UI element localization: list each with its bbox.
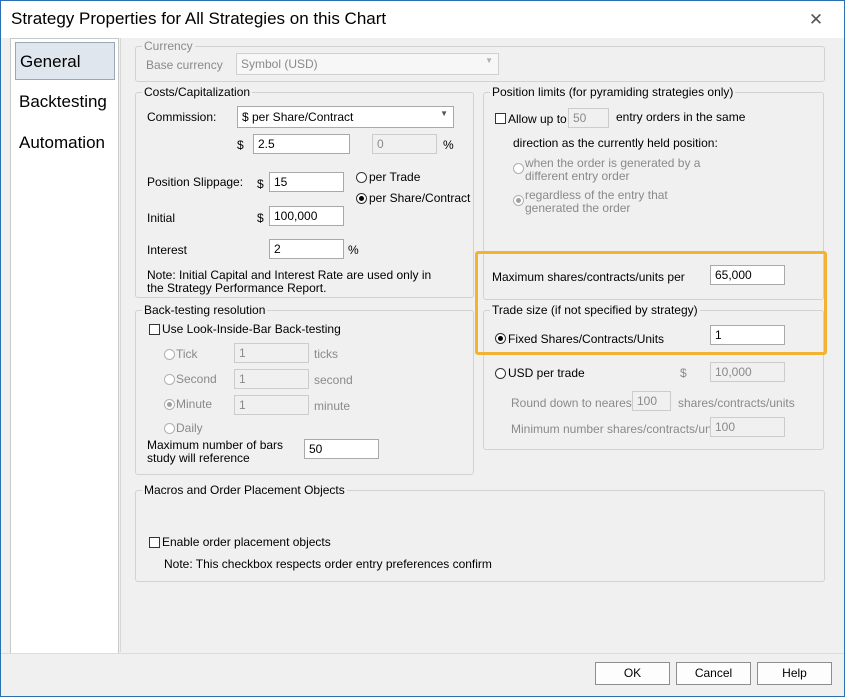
commission-select[interactable]: $ per Share/Contract ▼ <box>237 106 454 128</box>
look-inside-bar-checkbox[interactable] <box>149 324 160 335</box>
dialog-window: Strategy Properties for All Strategies o… <box>0 0 845 697</box>
allow-up-to-input[interactable]: 50 <box>568 108 609 128</box>
second-input[interactable]: 1 <box>234 369 309 389</box>
min-shares-input[interactable]: 100 <box>710 417 785 437</box>
costs-note-line1: Note: Initial Capital and Interest Rate … <box>147 268 432 282</box>
initial-dollar-sign: $ <box>257 211 264 225</box>
usd-per-trade-input[interactable]: 10,000 <box>710 362 785 382</box>
max-bars-label-line1: Maximum number of bars <box>147 438 284 452</box>
tick-input[interactable]: 1 <box>234 343 309 363</box>
second-label: Second <box>176 372 217 386</box>
second-unit: second <box>314 373 353 387</box>
tick-unit: ticks <box>314 347 338 361</box>
commission-percent-input[interactable]: 0 <box>372 134 437 154</box>
allow-up-to-checkbox[interactable] <box>495 113 506 124</box>
interest-percent-sign: % <box>348 243 359 257</box>
entry-orders-label: entry orders in the same <box>616 110 746 124</box>
nav-item-automation[interactable]: Automation <box>15 124 115 162</box>
same-entry-radio[interactable] <box>513 163 524 174</box>
title-bar[interactable]: Strategy Properties for All Strategies o… <box>1 1 844 38</box>
slippage-input[interactable]: 15 <box>269 172 344 192</box>
per-share-radio[interactable] <box>356 193 367 204</box>
direction-label: direction as the currently held position… <box>513 136 718 150</box>
close-icon[interactable]: ✕ <box>801 7 831 33</box>
initial-capital-input[interactable]: 100,000 <box>269 206 344 226</box>
daily-radio[interactable] <box>164 423 175 434</box>
interest-input[interactable]: 2 <box>269 239 344 259</box>
commission-label: Commission: <box>147 110 217 124</box>
tick-label: Tick <box>176 347 198 361</box>
currency-group-label: Currency <box>142 39 195 53</box>
usd-per-trade-label: USD per trade <box>508 366 585 380</box>
radio-dot <box>359 196 364 201</box>
max-bars-label-line2: study will reference <box>147 451 250 465</box>
usd-per-trade-radio[interactable] <box>495 368 506 379</box>
backtest-group: Back-testing resolution Use Look-Inside-… <box>135 303 474 475</box>
dialog-title: Strategy Properties for All Strategies o… <box>11 9 387 28</box>
enable-order-objects-checkbox[interactable] <box>149 537 160 548</box>
max-bars-input[interactable]: 50 <box>304 439 379 459</box>
position-limits-group-label: Position limits (for pyramiding strategi… <box>490 85 736 99</box>
minute-radio[interactable] <box>164 399 175 410</box>
initial-capital-label: Initial <box>147 211 176 225</box>
interest-label: Interest <box>147 243 188 257</box>
same-entry-line2: different entry order <box>525 169 630 183</box>
min-shares-label: Minimum number shares/contracts/units: <box>511 422 728 436</box>
backtest-group-label: Back-testing resolution <box>142 303 268 317</box>
highlight-box <box>475 251 827 355</box>
costs-note-line2: the Strategy Performance Report. <box>147 281 327 295</box>
ok-button[interactable]: OK <box>595 662 670 685</box>
per-trade-radio[interactable] <box>356 172 367 183</box>
minute-input[interactable]: 1 <box>234 395 309 415</box>
currency-group: Currency Base currency Symbol (USD) ▼ <box>135 39 825 82</box>
round-down-unit: shares/contracts/units <box>678 396 795 410</box>
nav-item-general[interactable]: General <box>15 42 115 80</box>
round-down-label: Round down to nearest <box>511 396 636 410</box>
nav-item-backtesting[interactable]: Backtesting <box>15 83 115 121</box>
commission-amount-input[interactable]: 2.5 <box>253 134 350 154</box>
regardless-entry-line1: regardless of the entry that <box>525 188 668 202</box>
same-entry-line1: when the order is generated by a <box>525 156 701 170</box>
chevron-down-icon: ▼ <box>440 109 448 118</box>
macros-group-label: Macros and Order Placement Objects <box>142 483 347 497</box>
macros-note: Note: This checkbox respects order entry… <box>164 557 492 571</box>
minute-unit: minute <box>314 399 351 413</box>
commission-select-value: $ per Share/Contract <box>242 110 354 124</box>
costs-group: Costs/Capitalization Commission: $ per S… <box>135 85 474 298</box>
look-inside-bar-label: Use Look-Inside-Bar Back-testing <box>162 322 341 336</box>
footer-divider <box>1 653 844 654</box>
nav-panel: General Backtesting Automation <box>10 38 119 654</box>
regardless-entry-radio[interactable] <box>513 195 524 206</box>
commission-dollar-sign: $ <box>237 138 244 152</box>
minute-label: Minute <box>176 397 213 411</box>
help-button[interactable]: Help <box>757 662 832 685</box>
daily-label: Daily <box>176 421 203 435</box>
cancel-button[interactable]: Cancel <box>676 662 751 685</box>
slippage-dollar-sign: $ <box>257 177 264 191</box>
regardless-entry-line2: generated the order <box>525 201 631 215</box>
tick-radio[interactable] <box>164 349 175 360</box>
macros-group: Macros and Order Placement Objects Enabl… <box>135 483 825 582</box>
base-currency-select[interactable]: Symbol (USD) ▼ <box>236 53 499 75</box>
costs-group-label: Costs/Capitalization <box>142 85 253 99</box>
commission-percent-sign: % <box>443 138 454 152</box>
position-slippage-label: Position Slippage: <box>147 175 244 189</box>
allow-up-to-label: Allow up to <box>508 112 567 126</box>
per-trade-label: per Trade <box>369 170 421 184</box>
radio-dot <box>167 402 172 407</box>
radio-dot <box>516 198 521 203</box>
per-share-label: per Share/Contract <box>369 191 471 205</box>
round-down-input[interactable]: 100 <box>632 391 671 411</box>
usd-dollar-sign: $ <box>680 366 687 380</box>
second-radio[interactable] <box>164 374 175 385</box>
enable-order-objects-label: Enable order placement objects <box>162 535 331 549</box>
base-currency-value: Symbol (USD) <box>241 57 318 71</box>
chevron-down-icon: ▼ <box>485 56 493 65</box>
base-currency-label: Base currency <box>146 58 223 72</box>
